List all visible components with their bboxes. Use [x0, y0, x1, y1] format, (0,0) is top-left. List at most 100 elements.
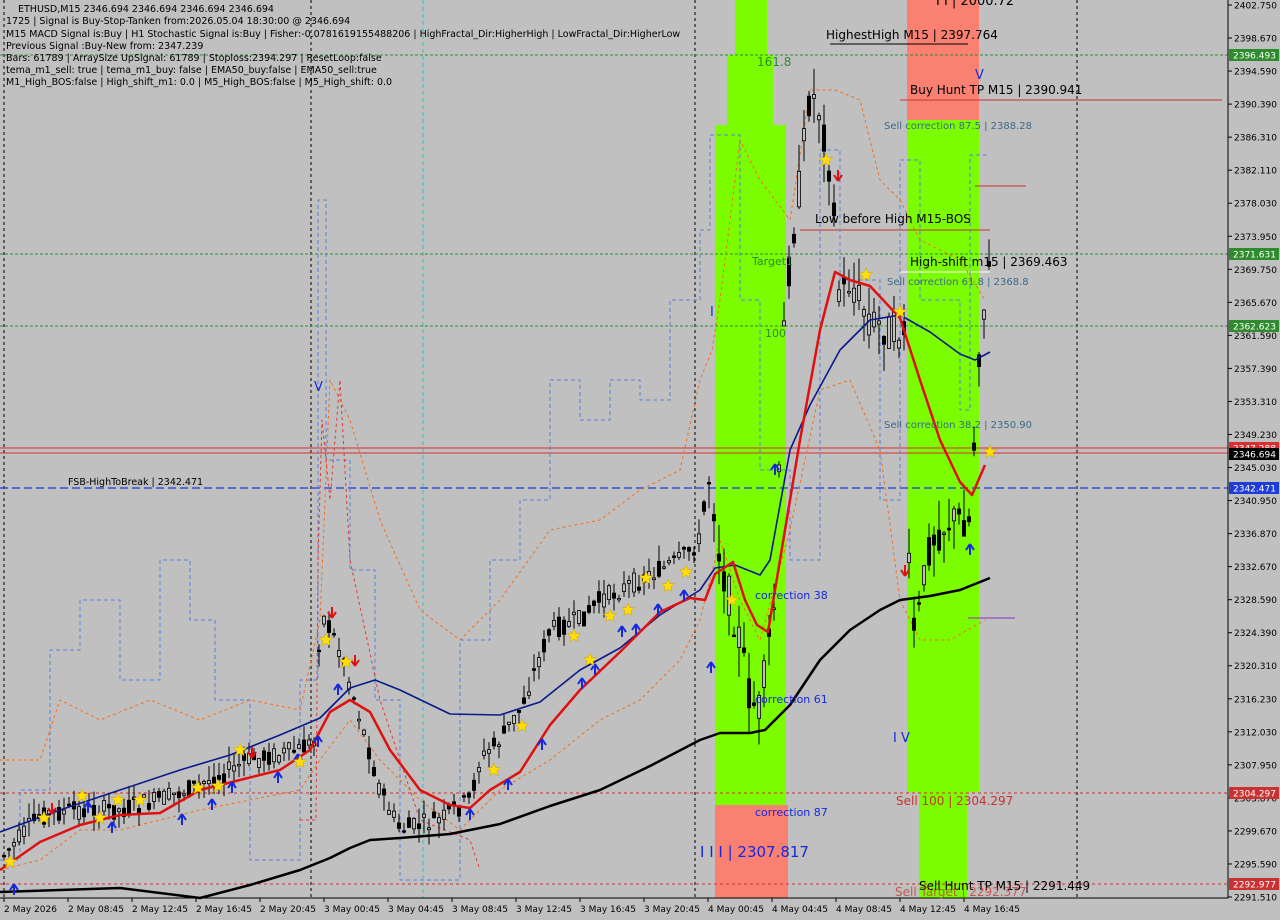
candle: [386, 809, 391, 815]
candle: [847, 291, 852, 294]
wave-V-label: V: [975, 68, 984, 83]
candle: [371, 766, 376, 777]
price-tick-label: 2349.230: [1234, 431, 1277, 441]
candle: [496, 744, 501, 748]
star-icon: [818, 152, 834, 167]
candle: [982, 309, 987, 320]
candle: [677, 552, 682, 558]
arrow-up-stroke: [333, 683, 343, 695]
time-tick-label: 2 May 12:45: [132, 905, 188, 915]
candle: [191, 780, 196, 784]
info-line-1: 1725 | Signal is Buy-Stop-Tanken from:20…: [6, 16, 351, 27]
candle: [181, 793, 186, 796]
price-tick-label: 2328.590: [1234, 596, 1277, 606]
price-tick-label: 2324.390: [1234, 629, 1277, 639]
candle: [127, 799, 132, 815]
candle: [962, 520, 967, 537]
candle: [762, 660, 767, 688]
candle: [391, 810, 396, 818]
target1-label: Target1: [752, 255, 794, 268]
wave-IV-label: I V: [893, 731, 910, 746]
candle: [612, 592, 617, 599]
time-tick-label: 3 May 00:45: [324, 905, 380, 915]
arrow-up-icon: [273, 771, 283, 783]
candle: [117, 808, 122, 813]
candle: [441, 809, 446, 820]
candle: [972, 442, 977, 451]
arrow-up-icon: [577, 677, 587, 689]
candle: [947, 527, 952, 531]
candle: [426, 827, 431, 831]
candle: [411, 818, 416, 830]
star-icon: [514, 718, 530, 733]
candle: [62, 809, 67, 815]
price-tick-label: 2357.390: [1234, 365, 1277, 375]
price-tick-label: 2398.670: [1234, 35, 1277, 45]
candle: [707, 482, 712, 485]
info-line-3: Previous Signal :Buy-New from: 2347.239: [6, 41, 204, 52]
candle: [607, 585, 612, 600]
star-icon: [858, 267, 874, 282]
candle: [782, 320, 787, 327]
price-tick-label: 2320.310: [1234, 662, 1277, 672]
arrow-up-icon: [706, 661, 716, 673]
candle: [506, 721, 511, 725]
candle: [697, 533, 702, 545]
arrow-up-icon: [107, 821, 117, 833]
chart-window[interactable]: 2402.750 2398.670 2394.590 2390.390 2386.310…: [0, 0, 1280, 920]
candle: [522, 697, 527, 704]
candle: [547, 629, 552, 636]
candle: [396, 822, 401, 829]
candle: [747, 678, 752, 709]
price-tick-label: 2361.590: [1234, 332, 1277, 342]
candle: [812, 94, 817, 99]
price-chart[interactable]: 2402.750 2398.670 2394.590 2390.390 2386.310…: [0, 0, 1280, 920]
arrow-up-stroke: [706, 661, 716, 673]
candle: [366, 747, 371, 760]
time-tick-label: 3 May 08:45: [452, 905, 508, 915]
candle: [602, 593, 607, 608]
price-tag-label: 2342.471: [1233, 485, 1276, 495]
candle: [421, 813, 426, 818]
candle: [381, 788, 386, 796]
candle: [406, 817, 411, 828]
candle: [667, 560, 672, 564]
price-tick-label: 2295.590: [1234, 860, 1277, 870]
price-tag-label: 2292.977: [1233, 881, 1276, 891]
candle: [597, 591, 602, 603]
candle: [882, 335, 887, 345]
candle: [907, 552, 912, 564]
price-tick-label: 2336.870: [1234, 530, 1277, 540]
candle: [21, 825, 26, 837]
candle: [11, 842, 16, 847]
candle: [176, 791, 181, 799]
candle: [261, 750, 266, 761]
zone-red-top: [907, 0, 979, 120]
candle: [356, 718, 361, 722]
info-line-6: M1_High_BOS:false | High_shift_m1: 0.0 |…: [6, 77, 393, 88]
price-tick-label: 2386.310: [1234, 134, 1277, 144]
fib-100-label: 100: [765, 327, 786, 340]
candle: [932, 534, 937, 546]
orange-upper-line: [0, 89, 986, 761]
arrow-up-stroke: [653, 603, 663, 615]
candle: [637, 586, 642, 591]
star-icon: [602, 608, 618, 623]
star-icon: [74, 788, 90, 803]
candle: [727, 575, 732, 616]
candle: [622, 583, 627, 592]
wave-II-top-label: I I | 2000.72: [936, 0, 1015, 9]
candle: [271, 748, 276, 763]
highest-high-label: HighestHigh M15 | 2397.764: [826, 28, 998, 42]
candle: [682, 547, 687, 550]
price-tag-label: 2304.297: [1233, 790, 1276, 800]
candle: [301, 739, 306, 753]
candle: [722, 571, 727, 592]
price-tag-label: 2362.623: [1233, 323, 1276, 333]
arrow-up-icon: [617, 625, 627, 637]
price-tick-label: 2340.950: [1234, 497, 1277, 507]
sell-correction-618-label: Sell correction 61.8 | 2368.8: [887, 277, 1029, 288]
correction-87-label: correction 87: [755, 806, 828, 819]
star-icon: [982, 444, 998, 459]
candle: [7, 848, 12, 851]
